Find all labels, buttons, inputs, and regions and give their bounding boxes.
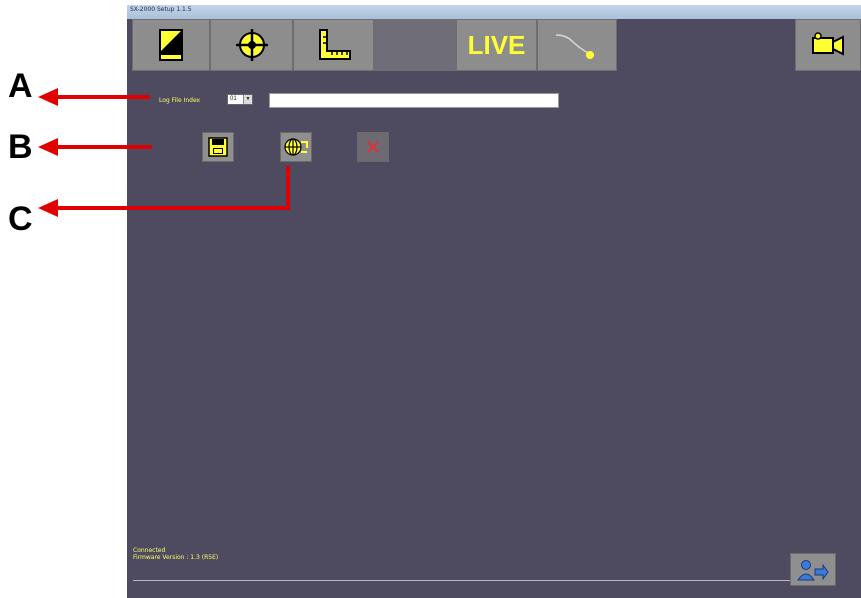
application-window: SX-2000 Setup 1.1.5 LIVE Log File Index … xyxy=(127,5,861,598)
save-button[interactable] xyxy=(202,132,234,162)
target-button[interactable] xyxy=(210,19,293,71)
connection-button[interactable] xyxy=(537,19,617,71)
cable-icon xyxy=(555,34,594,59)
blank-tab-button[interactable] xyxy=(374,19,456,71)
log-file-index-select[interactable]: 01 ▼ xyxy=(227,94,253,105)
globe-transfer-icon xyxy=(284,138,308,156)
firmware-version: Firmware Version : 1.3 (R5E) xyxy=(133,554,219,561)
ruler-corner-icon xyxy=(318,29,351,60)
floppy-disk-icon xyxy=(208,137,228,157)
log-file-name-field[interactable] xyxy=(269,93,559,108)
callout-a: A xyxy=(8,67,33,105)
target-icon xyxy=(235,29,268,61)
delete-button[interactable] xyxy=(357,132,389,162)
chevron-down-icon: ▼ xyxy=(243,95,252,104)
camera-button[interactable] xyxy=(795,19,861,71)
video-camera-icon xyxy=(812,32,844,56)
logout-button[interactable] xyxy=(790,553,836,586)
measure-button[interactable] xyxy=(293,19,374,71)
log-index-value: 01 xyxy=(230,96,237,102)
display-settings-button[interactable] xyxy=(132,19,210,71)
live-label: LIVE xyxy=(467,29,526,60)
window-title: SX-2000 Setup 1.1.5 xyxy=(130,6,192,13)
callout-b: B xyxy=(8,128,33,166)
divider xyxy=(133,580,813,581)
display-settings-icon xyxy=(159,29,183,61)
callout-c: C xyxy=(8,200,33,238)
log-file-index-label: Log File Index xyxy=(159,97,201,104)
user-exit-icon xyxy=(797,559,829,581)
network-transfer-button[interactable] xyxy=(280,132,312,162)
title-bar: SX-2000 Setup 1.1.5 xyxy=(127,5,861,19)
status-text: Connected Firmware Version : 1.3 (R5E) xyxy=(133,547,218,561)
close-x-icon xyxy=(367,141,379,153)
connection-status: Connected xyxy=(133,547,166,554)
live-button[interactable]: LIVE xyxy=(456,19,537,71)
